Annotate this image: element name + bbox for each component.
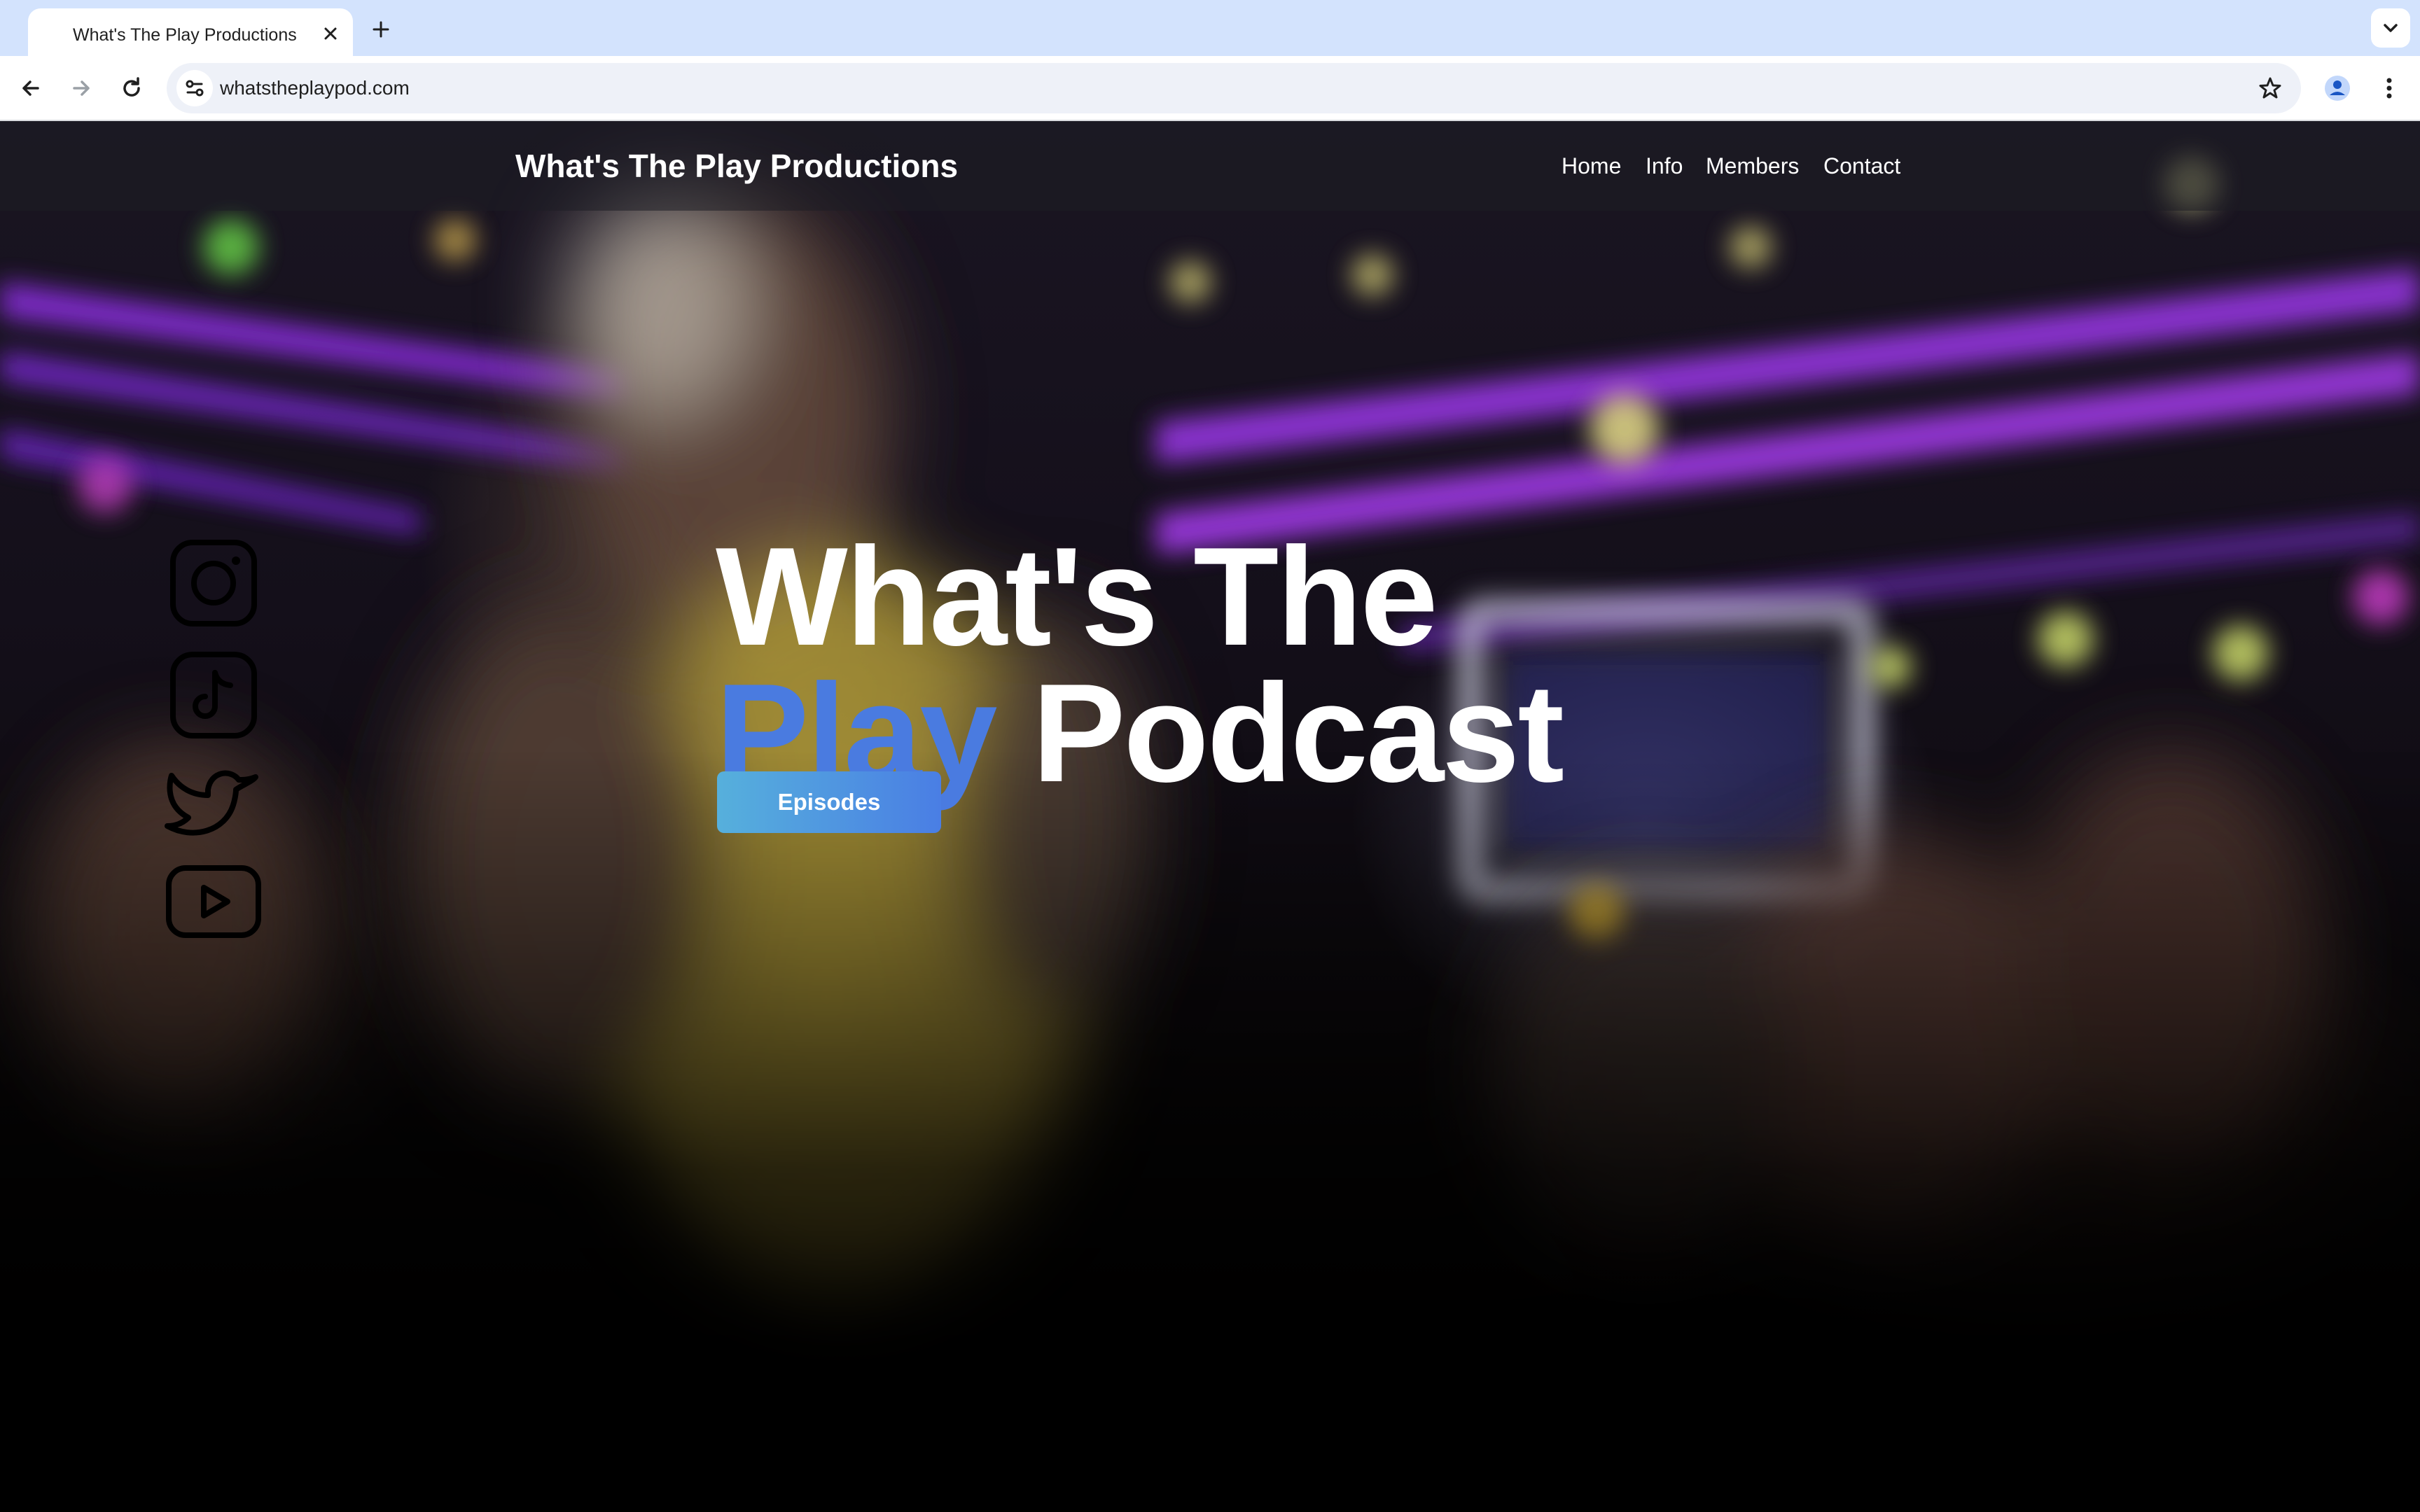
reload-icon (123, 77, 140, 97)
nav-link-members[interactable]: Members (1706, 121, 1799, 211)
back-button[interactable] (10, 67, 52, 109)
reload-button[interactable] (111, 67, 153, 109)
profile-button[interactable] (2318, 69, 2357, 108)
browser-tab[interactable]: What's The Play Productions (28, 8, 353, 56)
arrow-left-icon (22, 80, 39, 96)
close-icon (324, 27, 337, 40)
nav-link-info[interactable]: Info (1646, 121, 1683, 211)
site-info-button[interactable] (176, 70, 213, 106)
arrow-right-icon (73, 80, 90, 96)
nav-link-home[interactable]: Home (1562, 121, 1621, 211)
hero-title-rest: Podcast (995, 655, 1564, 811)
twitter-link[interactable] (161, 755, 266, 860)
chevron-down-icon (2384, 24, 2398, 32)
person-icon (2325, 76, 2350, 101)
bottom-fade (0, 751, 2420, 1512)
site-brand[interactable]: What's The Play Productions (515, 121, 958, 211)
tiktok-link[interactable] (161, 643, 266, 748)
new-tab-button[interactable] (364, 13, 398, 46)
page-viewport: What's The Play Productions Home Info Me… (0, 121, 2420, 1512)
blurred-arena-background (0, 156, 2420, 1290)
bookmark-button[interactable] (2253, 71, 2287, 105)
tiktok-icon (170, 652, 257, 738)
star-icon (2259, 77, 2281, 99)
favicon-icon (49, 25, 66, 42)
episodes-button[interactable]: Episodes (717, 771, 941, 833)
browser-toolbar: whatstheplaypod.com (0, 56, 2420, 120)
close-tab-button[interactable] (315, 18, 346, 49)
instagram-link[interactable] (161, 531, 266, 636)
instagram-icon (170, 540, 257, 626)
tab-list-button[interactable] (2371, 8, 2410, 48)
site-header: What's The Play Productions Home Info Me… (0, 121, 2420, 211)
youtube-icon (166, 865, 261, 938)
forward-button[interactable] (60, 67, 102, 109)
tab-title: What's The Play Productions (73, 25, 297, 45)
browser-menu-button[interactable] (2370, 69, 2409, 108)
tab-strip: What's The Play Productions (0, 0, 2420, 56)
plus-icon (373, 21, 389, 38)
more-vertical-icon (2386, 78, 2392, 99)
url-text[interactable]: whatstheplaypod.com (220, 63, 410, 113)
twitter-icon (165, 770, 258, 836)
hero-title-line-1: What's The (716, 519, 1438, 675)
tune-icon (186, 80, 204, 97)
address-bar[interactable]: whatstheplaypod.com (167, 63, 2301, 113)
youtube-link[interactable] (161, 849, 266, 954)
nav-link-contact[interactable]: Contact (1823, 121, 1900, 211)
